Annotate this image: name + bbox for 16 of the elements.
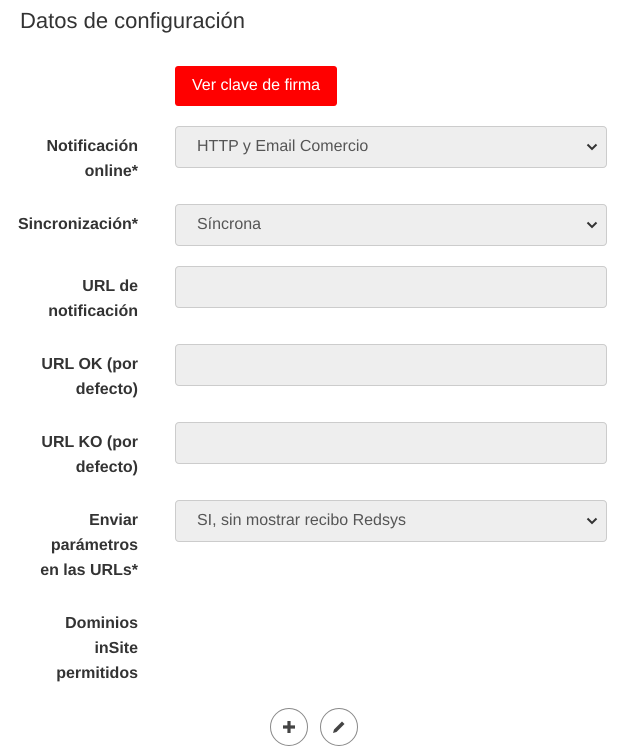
pencil-icon — [330, 719, 346, 735]
section-title: Datos de configuración — [20, 8, 246, 34]
chevron-down-icon — [586, 221, 598, 229]
field-label: Sincronización* — [18, 215, 138, 235]
view-key-button[interactable]: Ver clave de firma — [175, 66, 338, 106]
field-label: Enviar parámetros en las URLs* — [39, 511, 138, 581]
chevron-down-icon — [586, 143, 598, 151]
field-label: Dominios inSite permitidos — [55, 614, 138, 684]
plus-icon — [280, 719, 296, 735]
add-button[interactable] — [270, 708, 308, 746]
field-label: URL de notificación — [47, 277, 138, 322]
field-label: Notificación online* — [45, 137, 138, 182]
field-label: URL KO (por defecto) — [40, 433, 138, 478]
field-label: URL OK (por defecto) — [40, 355, 138, 400]
edit-button[interactable] — [320, 708, 358, 746]
chevron-down-icon — [586, 517, 598, 525]
